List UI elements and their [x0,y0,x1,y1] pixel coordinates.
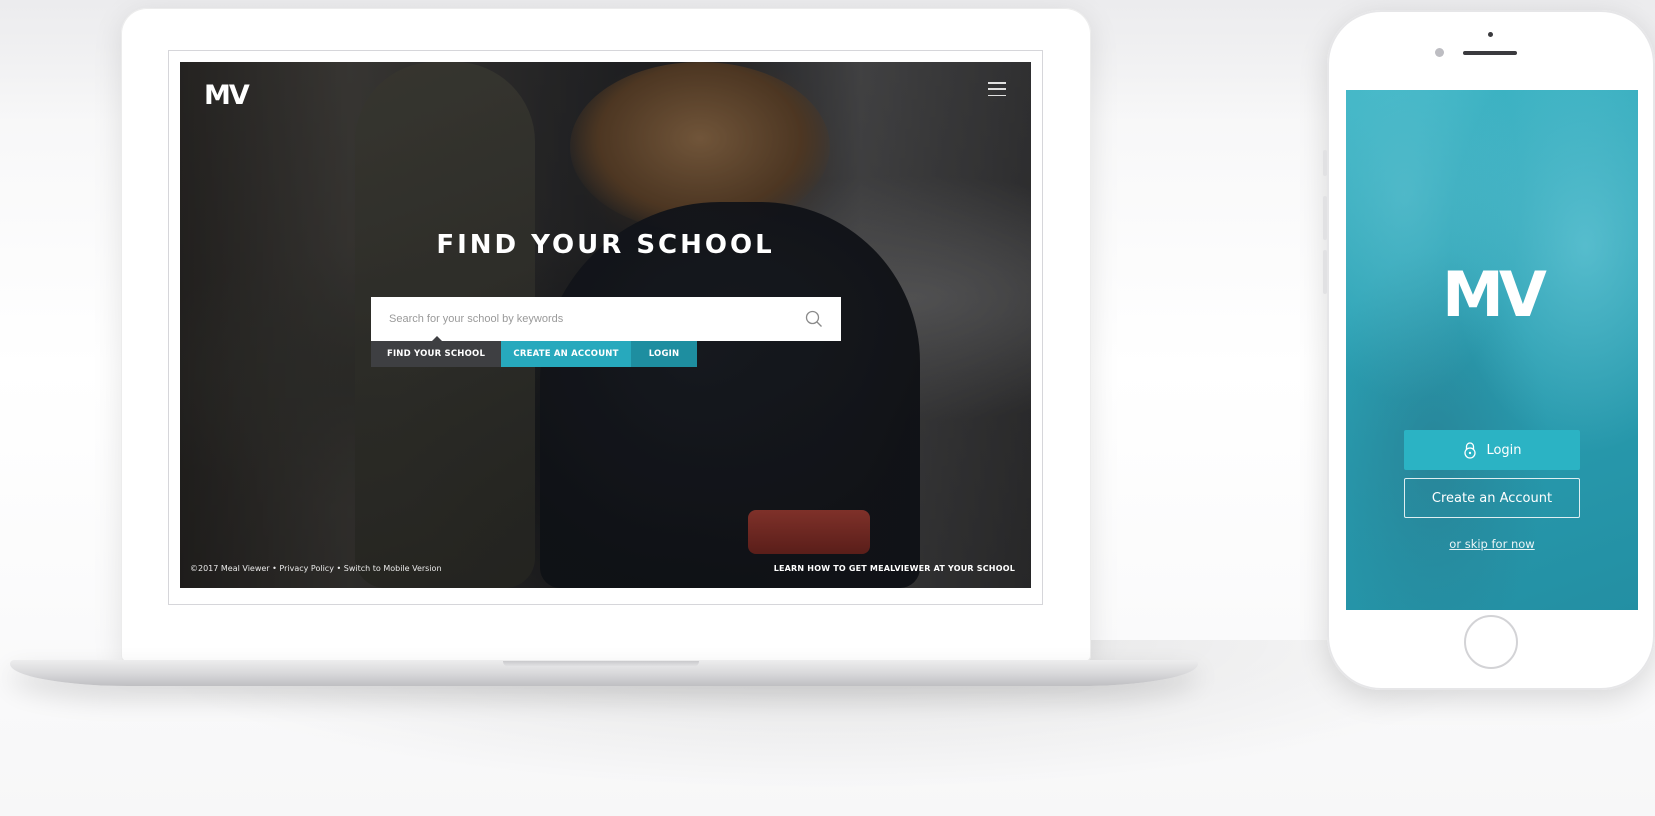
phone-camera [1435,48,1444,57]
phone-volume-up [1323,196,1327,240]
hamburger-menu-icon[interactable] [988,82,1006,96]
footer-separator: • [269,564,280,573]
phone-screen: MV Login Create an Account or skip for n… [1346,90,1638,610]
phone-speaker [1463,51,1517,55]
search-bar [371,297,841,341]
phone-home-button[interactable] [1464,615,1518,669]
create-account-label: Create an Account [1431,490,1553,506]
footer-links: ©2017 Meal Viewer • Privacy Policy • Swi… [190,564,442,573]
tab-create-an-account[interactable]: CREATE AN ACCOUNT [501,341,631,367]
phone-volume-down [1323,250,1327,294]
app-logo: MV [1442,258,1547,331]
site-logo[interactable]: MV [204,80,250,111]
switch-to-mobile-link[interactable]: Switch to Mobile Version [344,564,442,573]
lock-icon [1464,442,1477,459]
footer-copyright: ©2017 Meal Viewer [190,564,270,573]
login-button-label: Login [1486,442,1522,458]
action-tabs: FIND YOUR SCHOOL CREATE AN ACCOUNT LOGIN [371,336,697,367]
skip-for-now-link[interactable]: or skip for now [1346,537,1638,551]
tab-login[interactable]: LOGIN [631,341,697,367]
search-icon[interactable] [805,310,823,328]
search-input[interactable] [389,313,805,325]
phone-sensor [1488,32,1493,37]
footer-separator: • [333,564,344,573]
learn-more-link[interactable]: LEARN HOW TO GET MEALVIEWER AT YOUR SCHO… [774,564,1015,573]
create-account-button[interactable]: Create an Account [1404,478,1580,518]
login-button[interactable]: Login [1404,430,1580,470]
tab-find-your-school[interactable]: FIND YOUR SCHOOL [371,336,501,367]
laptop-notch [503,661,699,667]
phone-mute-switch [1323,150,1327,176]
laptop-screen: MV FIND YOUR SCHOOL FIND YOUR SCHOOL CRE… [180,62,1031,588]
page-title: FIND YOUR SCHOOL [436,230,775,260]
privacy-policy-link[interactable]: Privacy Policy [279,564,334,573]
